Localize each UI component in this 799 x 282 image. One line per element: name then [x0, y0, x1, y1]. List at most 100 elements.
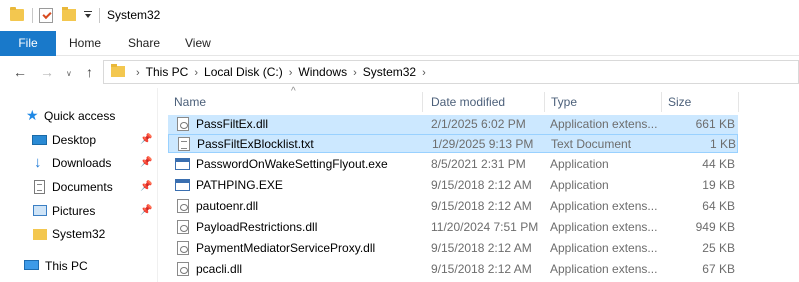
file-row[interactable]: PayloadRestrictions.dll 11/20/2024 7:51 … — [168, 218, 738, 237]
file-size: 25 KB — [702, 241, 735, 255]
file-row[interactable]: pautoenr.dll 9/15/2018 2:12 AM Applicati… — [168, 197, 738, 216]
dll-file-icon — [177, 262, 189, 276]
column-header-size[interactable]: Size — [668, 92, 728, 112]
new-folder-icon[interactable] — [62, 7, 76, 21]
column-divider[interactable] — [422, 92, 423, 112]
address-bar[interactable]: › This PC › Local Disk (C:) › Windows › System3… — [103, 60, 799, 84]
file-size: 661 KB — [695, 117, 735, 131]
file-date: 2/1/2025 6:02 PM — [431, 117, 526, 131]
file-size: 949 KB — [695, 220, 735, 234]
pin-icon[interactable]: 📌 — [140, 152, 152, 174]
breadcrumb-system32[interactable]: System32 — [363, 65, 416, 79]
divider — [99, 8, 100, 23]
tab-file[interactable]: File — [0, 31, 56, 56]
application-icon — [175, 179, 190, 191]
column-divider[interactable] — [738, 92, 739, 112]
file-row[interactable]: PassFiltExBlocklist.txt 1/29/2025 9:13 P… — [168, 134, 738, 153]
back-arrow-icon[interactable]: ← — [13, 64, 27, 80]
customize-quick-access-icon[interactable] — [84, 11, 92, 19]
computer-icon — [24, 260, 39, 270]
chevron-right-icon[interactable]: › — [289, 67, 293, 79]
up-arrow-icon[interactable]: ↑ — [86, 64, 93, 80]
sidebar-item-label: System32 — [52, 227, 106, 241]
chevron-right-icon[interactable]: › — [422, 67, 426, 79]
window-title: System32 — [107, 8, 161, 22]
recent-locations-icon[interactable]: ∨ — [66, 66, 72, 82]
file-date: 1/29/2025 9:13 PM — [432, 137, 534, 151]
chevron-right-icon[interactable]: › — [194, 67, 198, 79]
title-bar: System32 — [0, 0, 799, 30]
sidebar-item-label: Quick access — [44, 109, 116, 123]
file-type: Application extens... — [550, 199, 658, 213]
documents-icon — [34, 180, 45, 194]
file-row[interactable]: PaymentMediatorServiceProxy.dll 9/15/201… — [168, 239, 738, 258]
column-header-name[interactable]: Name — [174, 92, 414, 112]
file-name: PayloadRestrictions.dll — [196, 220, 318, 234]
pin-icon[interactable]: 📌 — [140, 129, 152, 151]
dll-file-icon — [177, 220, 189, 234]
file-name: pcacli.dll — [196, 262, 243, 276]
file-list: ^ Name Date modified Type Size PassFiltE… — [158, 86, 799, 282]
file-date: 11/20/2024 7:51 PM — [431, 220, 539, 234]
file-size: 19 KB — [702, 178, 735, 192]
file-type: Application extens... — [550, 117, 658, 131]
file-date: 9/15/2018 2:12 AM — [431, 199, 532, 213]
pictures-icon — [33, 205, 47, 216]
file-row[interactable]: PATHPING.EXE 9/15/2018 2:12 AM Applicati… — [168, 176, 738, 195]
sidebar-item-documents[interactable]: Documents 📌 — [0, 176, 156, 198]
file-type: Application extens... — [550, 241, 658, 255]
application-icon — [175, 158, 190, 170]
sidebar-item-pictures[interactable]: Pictures 📌 — [0, 200, 156, 222]
properties-icon[interactable] — [39, 8, 53, 23]
sidebar-item-label: Pictures — [52, 204, 96, 218]
divider — [32, 8, 33, 23]
tab-home[interactable]: Home — [69, 31, 101, 56]
ribbon-tabs: File Home Share View — [0, 30, 799, 56]
sidebar-item-desktop[interactable]: Desktop 📌 — [0, 129, 156, 151]
chevron-right-icon[interactable]: › — [136, 67, 140, 79]
desktop-icon — [32, 135, 47, 145]
file-size: 67 KB — [702, 262, 735, 276]
chevron-right-icon[interactable]: › — [353, 67, 357, 79]
column-divider[interactable] — [544, 92, 545, 112]
file-name: PasswordOnWakeSettingFlyout.exe — [196, 157, 388, 171]
sidebar-item-this-pc[interactable]: This PC — [0, 255, 156, 277]
file-row[interactable]: PassFiltEx.dll 2/1/2025 6:02 PM Applicat… — [168, 115, 738, 134]
sidebar-item-label: Desktop — [52, 133, 97, 147]
breadcrumb-windows[interactable]: Windows — [298, 65, 347, 79]
file-date: 9/15/2018 2:12 AM — [431, 241, 532, 255]
column-header-type[interactable]: Type — [551, 92, 651, 112]
navigation-bar: ← → ∨ ↑ › This PC › Local Disk (C:) › Windows… — [0, 57, 799, 87]
pin-icon[interactable]: 📌 — [140, 200, 152, 222]
pin-icon[interactable]: 📌 — [140, 176, 152, 198]
file-size: 44 KB — [702, 157, 735, 171]
sidebar-item-quick-access[interactable]: ★ Quick access — [0, 105, 156, 127]
folder-icon — [33, 229, 47, 240]
sidebar-item-downloads[interactable]: ↓ Downloads 📌 — [0, 152, 156, 174]
file-date: 9/15/2018 2:12 AM — [431, 262, 532, 276]
tab-view[interactable]: View — [185, 31, 211, 56]
file-name: pautoenr.dll — [196, 199, 259, 213]
file-date: 9/15/2018 2:12 AM — [431, 178, 532, 192]
column-header-date[interactable]: Date modified — [431, 92, 541, 112]
sidebar-item-system32[interactable]: System32 — [0, 223, 156, 245]
forward-arrow-icon[interactable]: → — [40, 64, 54, 80]
text-file-icon — [178, 137, 190, 151]
sidebar-item-label: Documents — [52, 180, 113, 194]
file-type: Text Document — [551, 137, 632, 151]
file-type: Application extens... — [550, 220, 658, 234]
column-divider[interactable] — [661, 92, 662, 112]
folder-icon[interactable] — [10, 7, 24, 21]
file-row[interactable]: PasswordOnWakeSettingFlyout.exe 8/5/2021… — [168, 155, 738, 174]
file-type: Application — [550, 178, 609, 192]
breadcrumb-local-disk[interactable]: Local Disk (C:) — [204, 65, 283, 79]
dll-file-icon — [177, 199, 189, 213]
navigation-pane: ★ Quick access Desktop 📌 ↓ Downloads 📌 D… — [0, 88, 156, 282]
download-icon: ↓ — [34, 154, 42, 171]
file-name: PaymentMediatorServiceProxy.dll — [196, 241, 376, 255]
file-row[interactable]: pcacli.dll 9/15/2018 2:12 AM Application… — [168, 260, 738, 279]
file-name: PassFiltExBlocklist.txt — [197, 137, 314, 151]
breadcrumb-this-pc[interactable]: This PC — [146, 65, 189, 79]
folder-icon — [111, 64, 125, 77]
tab-share[interactable]: Share — [128, 31, 160, 56]
